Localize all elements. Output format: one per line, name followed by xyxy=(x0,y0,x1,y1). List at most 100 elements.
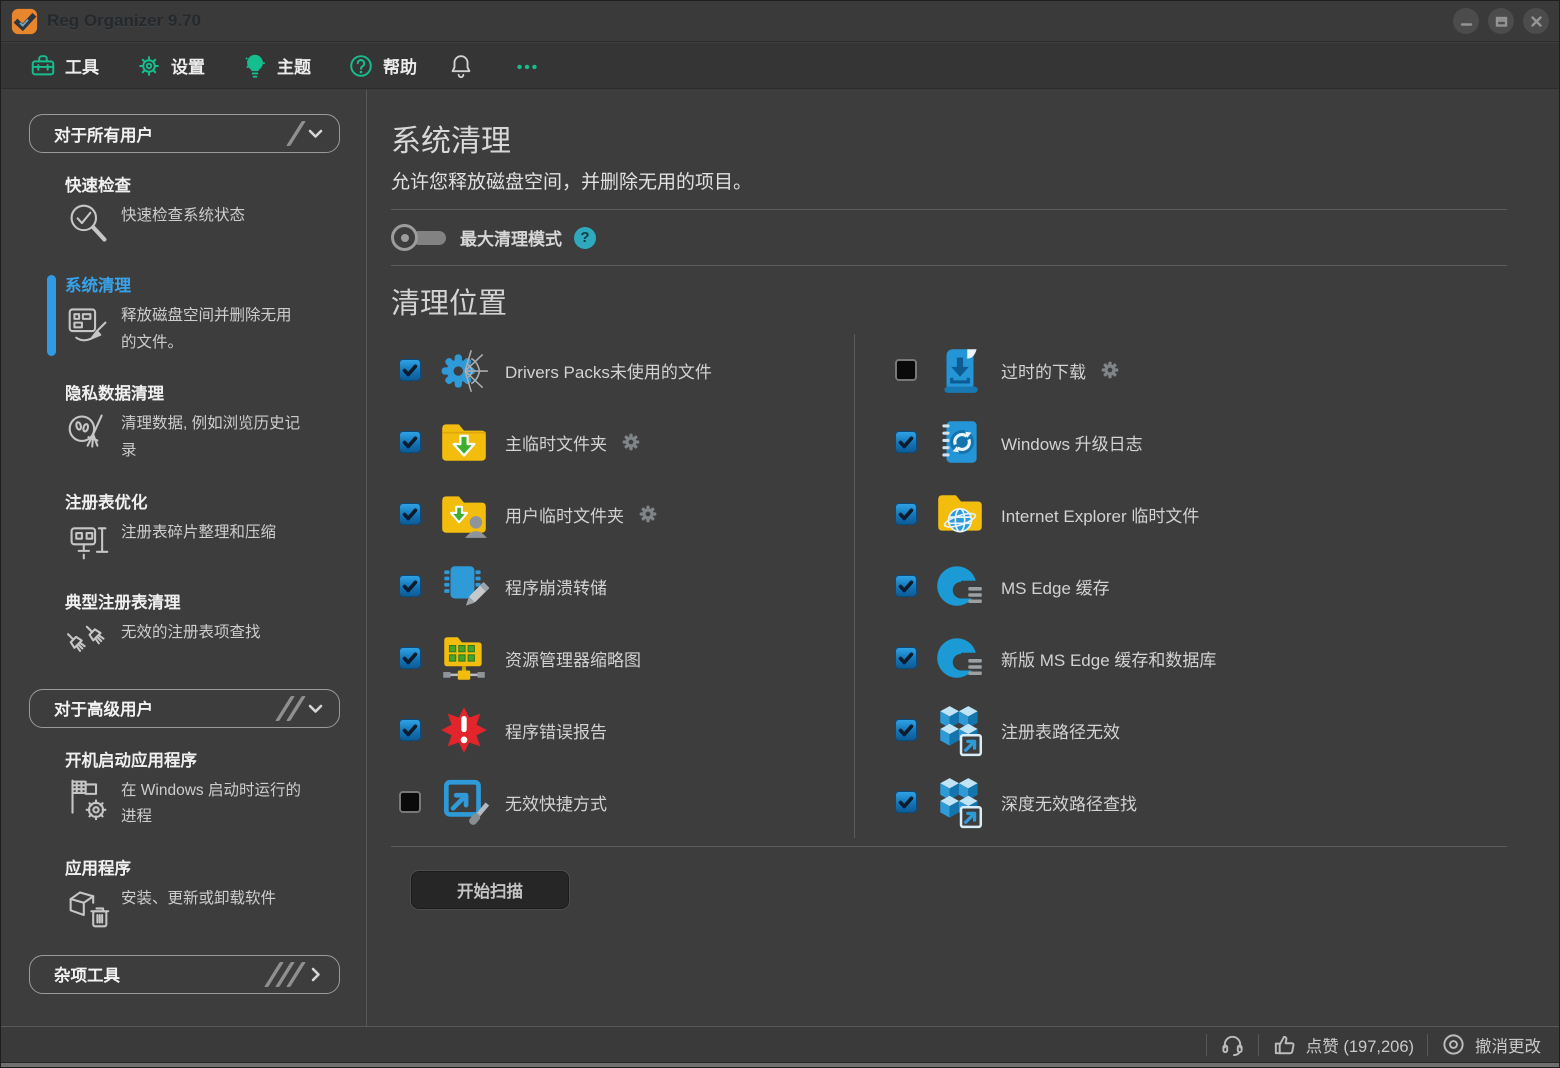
separator xyxy=(1206,1034,1207,1056)
group-all-users[interactable]: 对于所有用户 xyxy=(29,114,340,153)
checkbox-checked[interactable] xyxy=(895,575,917,597)
notebook-sync-icon xyxy=(933,415,987,469)
cleanup-item-row[interactable]: 用户临时文件夹 xyxy=(391,478,844,550)
cleanup-item-label: 注册表路径无效 xyxy=(1001,718,1120,743)
gear-web-icon xyxy=(437,343,491,397)
checkbox-unchecked[interactable] xyxy=(399,791,421,813)
cleanup-item-row[interactable]: 程序错误报告 xyxy=(391,694,844,766)
checkbox-checked[interactable] xyxy=(399,431,421,453)
settings-label: 设置 xyxy=(171,53,205,78)
cleanup-item-row[interactable]: Windows 升级日志 xyxy=(887,406,1507,478)
thumbs-up-icon xyxy=(1272,1032,1297,1057)
settings-button[interactable]: 设置 xyxy=(121,47,219,85)
shortcut-repair-icon xyxy=(437,775,491,829)
cleanup-item-row[interactable]: 程序崩溃转储 xyxy=(391,550,844,622)
sidebar-item-applications[interactable]: 应用程序 安装、更新或卸载软件 xyxy=(65,855,350,931)
help-button[interactable]: 帮助 xyxy=(333,47,431,85)
registry-cubes-icon xyxy=(933,775,987,829)
notifications-bell-button[interactable] xyxy=(439,47,489,85)
undo-label: 撤消更改 xyxy=(1475,1033,1541,1057)
cleanup-item-row[interactable]: 资源管理器缩略图 xyxy=(391,622,844,694)
max-clean-toggle-label: 最大清理模式 xyxy=(460,225,562,250)
page-title: 系统清理 xyxy=(391,116,1507,160)
sidebar-item-startup-apps[interactable]: 开机启动应用程序 在 Windows 启动时运行的进程 xyxy=(65,747,350,831)
cleanup-item-row[interactable]: 新版 MS Edge 缓存和数据库 xyxy=(887,622,1507,694)
cleanup-item-row[interactable]: 注册表路径无效 xyxy=(887,694,1507,766)
item-subtitle: 快速检查系统状态 xyxy=(121,201,245,230)
cleanup-item-row[interactable]: Drivers Packs未使用的文件 xyxy=(391,334,844,406)
theme-button[interactable]: 主题 xyxy=(227,47,325,85)
tools-label: 工具 xyxy=(65,53,99,78)
lightbulb-icon xyxy=(241,52,269,80)
support-button[interactable] xyxy=(1220,1032,1245,1057)
privacy-broom-icon xyxy=(65,409,112,456)
sidebar-item-registry-optimize[interactable]: 注册表优化 注册表碎片整理和压缩 xyxy=(65,489,350,565)
cleanup-item-row[interactable]: 主临时文件夹 xyxy=(391,406,844,478)
group-advanced-users[interactable]: 对于高级用户 xyxy=(29,689,340,728)
checkbox-checked[interactable] xyxy=(895,503,917,525)
cleanup-item-label: 新版 MS Edge 缓存和数据库 xyxy=(1001,646,1216,671)
tools-button[interactable]: 工具 xyxy=(15,47,113,85)
options-gear-icon[interactable] xyxy=(621,432,641,452)
separator xyxy=(1427,1034,1428,1056)
options-gear-icon[interactable] xyxy=(1100,360,1120,380)
maximize-button[interactable] xyxy=(1488,8,1514,34)
max-clean-toggle[interactable] xyxy=(391,224,448,251)
headphones-icon xyxy=(1220,1032,1245,1057)
bell-icon xyxy=(447,52,475,80)
item-title: 应用程序 xyxy=(65,855,350,879)
checkbox-checked[interactable] xyxy=(399,719,421,741)
sidebar-item-privacy-cleanup[interactable]: 隐私数据清理 清理数据, 例如浏览历史记录 xyxy=(65,380,350,464)
close-button[interactable] xyxy=(1523,8,1549,34)
help-icon[interactable]: ? xyxy=(574,227,596,249)
cleanup-item-row[interactable]: 深度无效路径查找 xyxy=(887,766,1507,838)
toggle-knob xyxy=(391,224,418,251)
checkbox-checked[interactable] xyxy=(399,359,421,381)
checkbox-checked[interactable] xyxy=(399,503,421,525)
folder-user-icon xyxy=(437,487,491,541)
start-scan-button[interactable]: 开始扫描 xyxy=(411,871,569,909)
checkbox-unchecked[interactable] xyxy=(895,359,917,381)
group-advanced-users-label: 对于高级用户 xyxy=(54,696,283,720)
checkbox-checked[interactable] xyxy=(895,431,917,453)
item-title: 典型注册表清理 xyxy=(65,589,350,613)
cleanup-item-row[interactable]: MS Edge 缓存 xyxy=(887,550,1507,622)
checkbox-checked[interactable] xyxy=(895,791,917,813)
window-bottom-edge xyxy=(1,1062,1559,1067)
undo-icon xyxy=(1441,1032,1466,1057)
item-subtitle: 安装、更新或卸载软件 xyxy=(121,884,276,913)
sidebar: 对于所有用户 快速检查 快速检查系统状态 系统清理 xyxy=(1,90,367,1026)
group-misc-tools[interactable]: 杂项工具 xyxy=(29,955,340,994)
folder-thumbnails-icon xyxy=(437,631,491,685)
options-gear-icon[interactable] xyxy=(638,504,658,524)
cleanup-item-row[interactable]: 过时的下载 xyxy=(887,334,1507,406)
cleanup-item-label: Drivers Packs未使用的文件 xyxy=(505,358,712,383)
checkbox-checked[interactable] xyxy=(399,647,421,669)
cleanup-item-row[interactable]: Internet Explorer 临时文件 xyxy=(887,478,1507,550)
toolbox-icon xyxy=(29,52,57,80)
more-button[interactable] xyxy=(497,47,555,85)
minimize-button[interactable] xyxy=(1453,8,1479,34)
ellipsis-icon xyxy=(513,52,541,80)
chevron-right-icon xyxy=(305,964,326,985)
like-button[interactable]: 点赞 (197,206) xyxy=(1272,1032,1414,1057)
cleanup-item-label: 深度无效路径查找 xyxy=(1001,790,1137,815)
undo-changes-button[interactable]: 撤消更改 xyxy=(1441,1032,1541,1057)
item-subtitle: 清理数据, 例如浏览历史记录 xyxy=(121,409,303,464)
cleanup-item-label: 用户临时文件夹 xyxy=(505,502,624,527)
clean-screen-icon xyxy=(65,301,112,348)
checkbox-checked[interactable] xyxy=(895,719,917,741)
main-panel: 系统清理 允许您释放磁盘空间，并删除无用的项目。 最大清理模式 ? 清理位置 D… xyxy=(367,90,1559,1026)
cleanup-item-label: Internet Explorer 临时文件 xyxy=(1001,502,1199,527)
checkbox-checked[interactable] xyxy=(399,575,421,597)
scroll-download-icon xyxy=(933,343,987,397)
app-logo-icon xyxy=(11,8,38,35)
sidebar-item-typical-registry-clean[interactable]: 典型注册表清理 无效的注册表项查找 xyxy=(65,589,350,665)
cleanup-item-label: 程序崩溃转储 xyxy=(505,574,607,599)
theme-label: 主题 xyxy=(277,53,311,78)
checkbox-checked[interactable] xyxy=(895,647,917,669)
cleanup-item-row[interactable]: 无效快捷方式 xyxy=(391,766,844,838)
sidebar-item-system-cleanup[interactable]: 系统清理 释放磁盘空间并删除无用的文件。 xyxy=(65,272,350,356)
sidebar-item-quick-check[interactable]: 快速检查 快速检查系统状态 xyxy=(65,172,350,248)
chip-pencil-icon xyxy=(437,559,491,613)
